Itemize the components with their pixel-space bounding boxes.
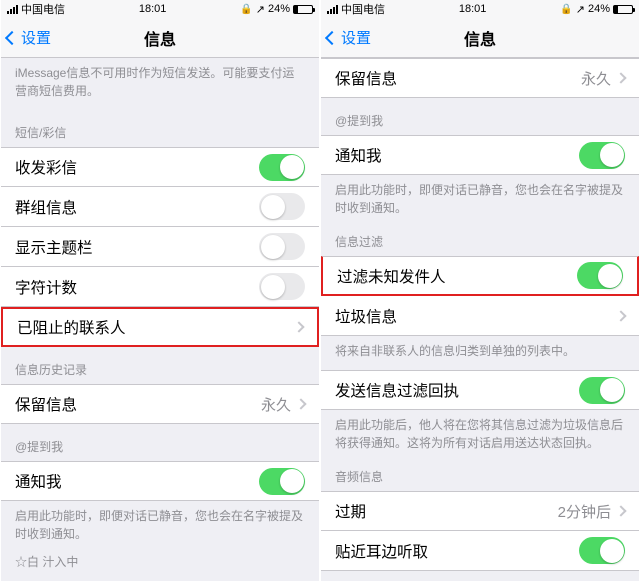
back-label: 设置 (341, 27, 371, 48)
carrier: 中国电信 (341, 1, 385, 17)
row-notify-me[interactable]: 通知我 (1, 461, 319, 501)
status-time: 18:01 (459, 3, 487, 15)
page-title: 信息 (464, 26, 496, 50)
row-mms[interactable]: 收发彩信 (1, 147, 319, 187)
chevron-right-icon (615, 310, 626, 321)
row-charcount[interactable]: 字符计数 (1, 267, 319, 307)
chevron-right-icon (295, 398, 306, 409)
row-keep-messages[interactable]: 保留信息 永久 (1, 384, 319, 424)
toggle-group[interactable] (259, 193, 305, 220)
chevron-left-icon (325, 30, 339, 44)
section-mentions: @提到我 (1, 424, 319, 461)
chevron-right-icon (615, 505, 626, 516)
nav-bar: 设置 信息 (1, 18, 319, 58)
notify-note: 启用此功能时，即便对话已静音，您也会在名字被提及时收到通知。 (321, 175, 639, 227)
lock-icon: 🔒 (560, 4, 572, 15)
row-notify-me[interactable]: 通知我 (321, 135, 639, 175)
orientation-icon: ↗ (576, 3, 585, 16)
toggle-subject[interactable] (259, 233, 305, 260)
orientation-icon: ↗ (256, 3, 265, 16)
signal-icon (7, 5, 18, 14)
chevron-right-icon (293, 321, 304, 332)
toggle-mms[interactable] (259, 154, 305, 181)
lock-icon: 🔒 (240, 4, 252, 15)
row-send-receipt[interactable]: 发送信息过滤回执 (321, 370, 639, 410)
chevron-right-icon (615, 72, 626, 83)
row-subject[interactable]: 显示主题栏 (1, 227, 319, 267)
toggle-raise-listen[interactable] (579, 537, 625, 564)
section-filter: 信息过滤 (321, 227, 639, 256)
row-keep-messages[interactable]: 保留信息 永久 (321, 58, 639, 98)
row-raise-listen[interactable]: 贴近耳边听取 (321, 531, 639, 571)
section-history: 信息历史记录 (1, 347, 319, 384)
section-sms: 短信/彩信 (1, 110, 319, 147)
row-group[interactable]: 群组信息 (1, 187, 319, 227)
carrier: 中国电信 (21, 1, 65, 17)
status-bar: 中国电信 18:01 🔒 ↗ 24% (1, 0, 319, 18)
battery-icon (613, 5, 633, 14)
back-button[interactable]: 设置 (7, 27, 51, 48)
battery-pct: 24% (268, 3, 290, 15)
status-time: 18:01 (139, 3, 167, 15)
row-blocked-contacts[interactable]: 已阻止的联系人 (1, 307, 319, 347)
toggle-notify[interactable] (579, 142, 625, 169)
page-title: 信息 (144, 26, 176, 50)
phone-right: 中国电信 18:01 🔒 ↗ 24% 设置 信息 保留信息 永久 @提到我 通知… (321, 0, 639, 581)
section-audio: 音频信息 (321, 462, 639, 491)
signal-icon (327, 5, 338, 14)
toggle-charcount[interactable] (259, 273, 305, 300)
receipt-note: 启用此功能后，他人将在您将其信息过滤为垃圾信息后将获得通知。这将为所有对话启用送… (321, 410, 639, 462)
section-mentions: @提到我 (321, 98, 639, 135)
row-expire[interactable]: 过期 2分钟后 (321, 491, 639, 531)
battery-icon (293, 5, 313, 14)
imessage-note: iMessage信息不可用时作为短信发送。可能要支付运营商短信费用。 (1, 58, 319, 110)
status-bar: 中国电信 18:01 🔒 ↗ 24% (321, 0, 639, 18)
notify-note: 启用此功能时，即便对话已静音，您也会在名字被提及时收到通知。 (1, 501, 319, 553)
nav-bar: 设置 信息 (321, 18, 639, 58)
row-filter-unknown[interactable]: 过滤未知发件人 (321, 256, 639, 296)
battery-pct: 24% (588, 3, 610, 15)
back-button[interactable]: 设置 (327, 27, 371, 48)
phone-left: 中国电信 18:01 🔒 ↗ 24% 设置 信息 iMessage信息不可用时作… (1, 0, 319, 581)
row-junk[interactable]: 垃圾信息 (321, 296, 639, 336)
toggle-filter-unknown[interactable] (577, 262, 623, 289)
back-label: 设置 (21, 27, 51, 48)
toggle-notify[interactable] (259, 468, 305, 495)
junk-note: 将来自非联系人的信息归类到单独的列表中。 (321, 336, 639, 370)
footer-cut: ☆白 汁入中 (1, 553, 319, 581)
toggle-send-receipt[interactable] (579, 377, 625, 404)
chevron-left-icon (5, 30, 19, 44)
